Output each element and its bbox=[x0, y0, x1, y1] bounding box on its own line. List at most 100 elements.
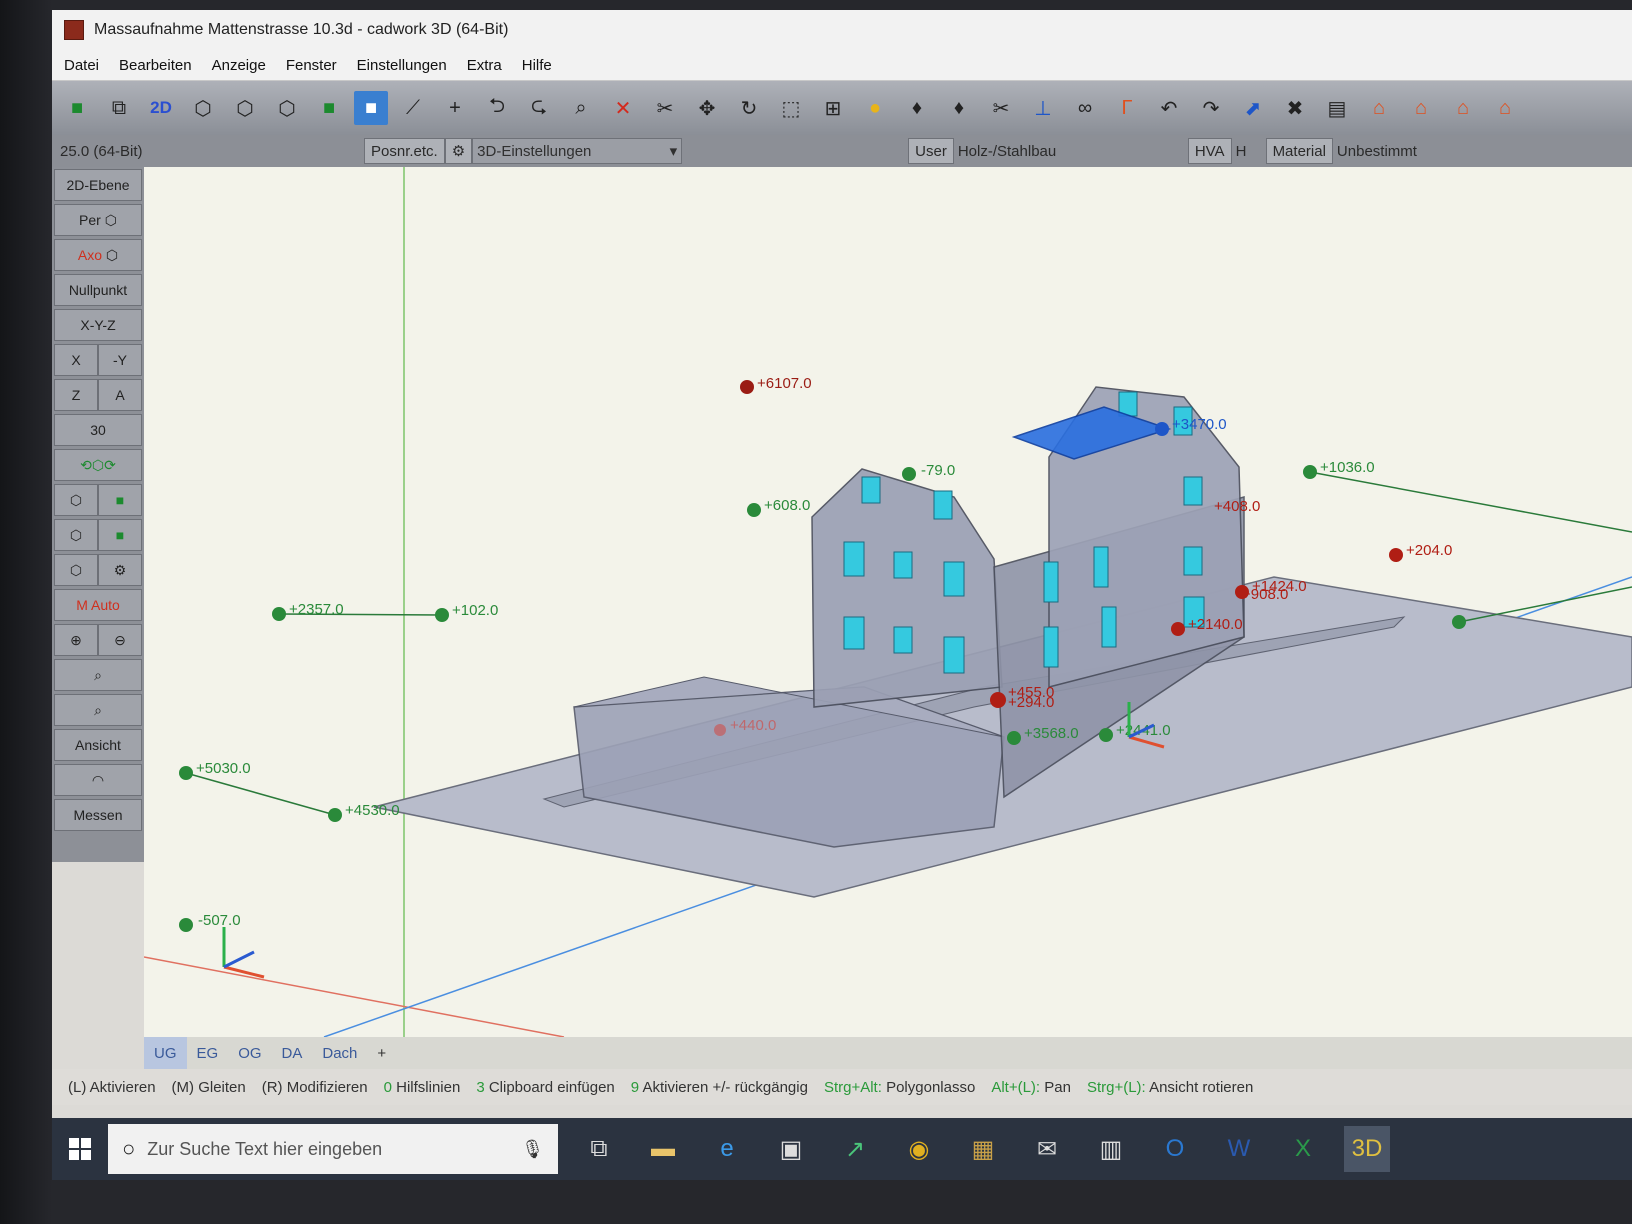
solid-cube-icon[interactable]: ■ bbox=[60, 91, 94, 125]
menu-extra[interactable]: Extra bbox=[467, 57, 502, 74]
file-explorer-icon[interactable]: ▬ bbox=[640, 1126, 686, 1172]
n30-button[interactable]: 30 bbox=[54, 414, 142, 446]
chrome-icon[interactable]: ◉ bbox=[896, 1126, 942, 1172]
point-507[interactable] bbox=[179, 918, 193, 932]
menu-datei[interactable]: Datei bbox=[64, 57, 99, 74]
menu-einstellungen[interactable]: Einstellungen bbox=[357, 57, 447, 74]
zoom-icon[interactable]: ⌕ bbox=[564, 91, 598, 125]
rotate-icon[interactable]: ↻ bbox=[732, 91, 766, 125]
redo-icon[interactable]: ↷ bbox=[1194, 91, 1228, 125]
point-6107[interactable] bbox=[740, 380, 754, 394]
tab-dach[interactable]: Dach bbox=[312, 1037, 367, 1069]
tab-ug[interactable]: UG bbox=[144, 1037, 187, 1069]
lightbulb-icon[interactable]: ● bbox=[858, 91, 892, 125]
point-455[interactable] bbox=[990, 692, 1006, 708]
cut-icon[interactable]: ✂ bbox=[984, 91, 1018, 125]
binoculars-icon[interactable]: ∞ bbox=[1068, 91, 1102, 125]
point-79[interactable] bbox=[902, 467, 916, 481]
edge-icon[interactable]: e bbox=[704, 1126, 750, 1172]
roof-3-icon[interactable]: ⌂ bbox=[1446, 91, 1480, 125]
store-icon[interactable]: ▣ bbox=[768, 1126, 814, 1172]
zoom-window-icon[interactable]: ⌕ bbox=[54, 659, 142, 691]
windows-start-icon[interactable] bbox=[52, 1121, 108, 1177]
tab-og[interactable]: OG bbox=[228, 1037, 271, 1069]
point-right[interactable] bbox=[1452, 615, 1466, 629]
zoom-out-icon[interactable]: ⊖ bbox=[98, 624, 142, 656]
roof-4-icon[interactable]: ⌂ bbox=[1488, 91, 1522, 125]
solid-cube-2-icon[interactable]: ■ bbox=[98, 519, 142, 551]
wire-cube-icon[interactable]: ⬡ bbox=[54, 484, 98, 516]
axo-button[interactable]: Axo ⬡ bbox=[54, 239, 142, 271]
view-cube-icon[interactable]: ⬡ bbox=[186, 91, 220, 125]
messen-button[interactable]: Messen bbox=[54, 799, 142, 831]
menu-fenster[interactable]: Fenster bbox=[286, 57, 337, 74]
user-button[interactable]: User bbox=[908, 138, 954, 164]
taskbar-search-box[interactable]: ○ Zur Suche Text hier eingeben 🎙 bbox=[108, 1124, 558, 1174]
undo-icon[interactable]: ↶ bbox=[1152, 91, 1186, 125]
marker-icon[interactable]: ♦ bbox=[900, 91, 934, 125]
delete-icon[interactable]: ✕ bbox=[606, 91, 640, 125]
green-cube-active-icon[interactable]: ■ bbox=[354, 91, 388, 125]
gears-icon[interactable]: ⚙ bbox=[98, 554, 142, 586]
point-tool-icon[interactable]: + bbox=[438, 91, 472, 125]
solid-cube-icon[interactable]: ■ bbox=[98, 484, 142, 516]
word-icon[interactable]: W bbox=[1216, 1126, 1262, 1172]
view-settings-dropdown[interactable]: 3D-Einstellungen ▾ bbox=[472, 138, 683, 164]
menu-hilfe[interactable]: Hilfe bbox=[522, 57, 552, 74]
material-button[interactable]: Material bbox=[1265, 138, 1333, 164]
redo-arrow-icon[interactable]: ⮎ bbox=[522, 91, 556, 125]
roof-icon[interactable]: ⌂ bbox=[1362, 91, 1396, 125]
move-icon[interactable]: ✥ bbox=[690, 91, 724, 125]
measure-gauge-icon[interactable]: ◠ bbox=[54, 764, 142, 796]
perspective-button[interactable]: Per ⬡ bbox=[54, 204, 142, 236]
3d-viewport[interactable]: +6107.0 -79.0 +608.0 +2357.0 +102.0 +503… bbox=[144, 167, 1632, 1037]
mail-icon[interactable]: ✉ bbox=[1024, 1126, 1070, 1172]
tab-da[interactable]: DA bbox=[272, 1037, 313, 1069]
scissors-icon[interactable]: ✂ bbox=[648, 91, 682, 125]
point-2357[interactable] bbox=[272, 607, 286, 621]
frame-icon[interactable]: ⬚ bbox=[774, 91, 808, 125]
orbit-icon[interactable]: ⟲⬡⟳ bbox=[54, 449, 142, 481]
m-auto-button[interactable]: M Auto bbox=[54, 589, 142, 621]
green-cube-icon[interactable]: ■ bbox=[312, 91, 346, 125]
wireframe-cube-icon[interactable]: ⧉ bbox=[102, 91, 136, 125]
minus-y-view-button[interactable]: -Y bbox=[98, 344, 142, 376]
point-1036[interactable] bbox=[1303, 465, 1317, 479]
menu-anzeige[interactable]: Anzeige bbox=[212, 57, 266, 74]
tools-icon[interactable]: ✖ bbox=[1278, 91, 1312, 125]
marker-info-icon[interactable]: ♦ bbox=[942, 91, 976, 125]
cadwork-3d-icon[interactable]: 3D bbox=[1344, 1126, 1390, 1172]
outlook-icon[interactable]: O bbox=[1152, 1126, 1198, 1172]
wire-cube-2-icon[interactable]: ⬡ bbox=[54, 519, 98, 551]
posnr-button[interactable]: Posnr.etc. bbox=[364, 138, 445, 164]
menu-bearbeiten[interactable]: Bearbeiten bbox=[119, 57, 192, 74]
point-4530[interactable] bbox=[328, 808, 342, 822]
frame-split-icon[interactable]: ⊞ bbox=[816, 91, 850, 125]
wire-cube-3-icon[interactable]: ⬡ bbox=[54, 554, 98, 586]
export-icon[interactable]: ⬈ bbox=[1236, 91, 1270, 125]
model-canvas[interactable]: +6107.0 -79.0 +608.0 +2357.0 +102.0 +503… bbox=[144, 167, 1632, 1037]
z-view-button[interactable]: Z bbox=[54, 379, 98, 411]
undo-arrow-icon[interactable]: ⮌ bbox=[480, 91, 514, 125]
point-102[interactable] bbox=[435, 608, 449, 622]
line-tool-icon[interactable]: ⟋ bbox=[396, 91, 430, 125]
hva-button[interactable]: HVA bbox=[1187, 138, 1232, 164]
point-2140[interactable] bbox=[1171, 622, 1185, 636]
microphone-icon[interactable]: 🎙 bbox=[521, 1139, 544, 1160]
view-cube-side-icon[interactable]: ⬡ bbox=[270, 91, 304, 125]
a-view-button[interactable]: A bbox=[98, 379, 142, 411]
window-grid-icon[interactable]: ▥ bbox=[1088, 1126, 1134, 1172]
axis-icon[interactable]: ⊥ bbox=[1026, 91, 1060, 125]
angle-profile-icon[interactable]: Γ bbox=[1110, 91, 1144, 125]
ansicht-button[interactable]: Ansicht bbox=[54, 729, 142, 761]
tab-eg[interactable]: EG bbox=[187, 1037, 229, 1069]
excel-icon[interactable]: X bbox=[1280, 1126, 1326, 1172]
gear-icon[interactable]: ⚙ bbox=[444, 138, 473, 164]
point-5030[interactable] bbox=[179, 766, 193, 780]
add-level-button[interactable]: + bbox=[367, 1037, 396, 1069]
chart-app-icon[interactable]: ↗ bbox=[832, 1126, 878, 1172]
xyz-button[interactable]: X-Y-Z bbox=[54, 309, 142, 341]
x-view-button[interactable]: X bbox=[54, 344, 98, 376]
point-3568[interactable] bbox=[1007, 731, 1021, 745]
document-icon[interactable]: ▤ bbox=[1320, 91, 1354, 125]
